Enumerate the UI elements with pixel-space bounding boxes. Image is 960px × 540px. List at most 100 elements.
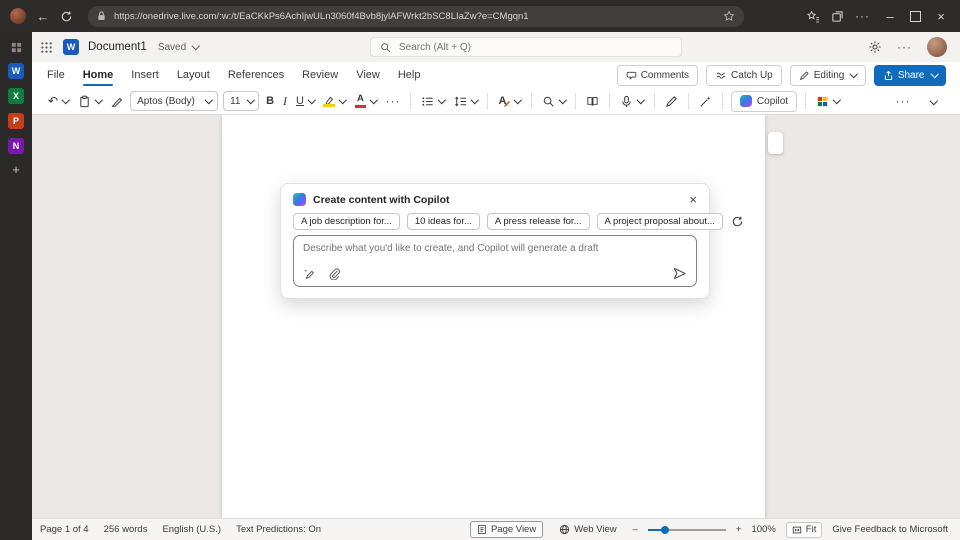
language-indicator[interactable]: English (U.S.) xyxy=(162,524,221,535)
zoom-slider[interactable] xyxy=(648,525,726,535)
divider xyxy=(654,93,655,109)
menu-view[interactable]: View xyxy=(347,62,389,88)
favorite-star-icon[interactable] xyxy=(723,10,735,22)
format-painter-button[interactable] xyxy=(108,90,125,112)
search-field[interactable] xyxy=(397,41,672,54)
menu-insert[interactable]: Insert xyxy=(122,62,168,88)
header-more-icon[interactable]: ··· xyxy=(897,41,912,53)
pen-sparkle-icon[interactable] xyxy=(303,268,315,280)
menu-home[interactable]: Home xyxy=(74,62,123,88)
send-icon[interactable] xyxy=(672,266,687,281)
rewrite-button[interactable] xyxy=(697,90,714,112)
refresh-icon[interactable] xyxy=(60,10,78,23)
feedback-link[interactable]: Give Feedback to Microsoft xyxy=(832,524,948,535)
chevron-down-icon xyxy=(308,96,316,104)
chevron-down-icon xyxy=(637,96,645,104)
slider-thumb[interactable] xyxy=(661,526,669,534)
prompt-toolbar xyxy=(303,268,340,280)
line-spacing-button[interactable] xyxy=(452,90,480,112)
bullets-button[interactable] xyxy=(419,90,447,112)
fit-button[interactable]: Fit xyxy=(786,522,823,538)
dictate-button[interactable] xyxy=(618,90,646,112)
bold-button[interactable]: B xyxy=(264,90,276,112)
rail-powerpoint-icon[interactable]: P xyxy=(8,113,24,129)
zoom-out-button[interactable]: – xyxy=(633,524,638,535)
find-button[interactable] xyxy=(540,90,568,112)
favorites-icon[interactable] xyxy=(807,10,820,23)
apps-icon[interactable] xyxy=(10,41,23,54)
url-input[interactable] xyxy=(112,10,717,23)
globe-icon xyxy=(559,524,570,535)
copilot-prompt-input[interactable] xyxy=(303,243,687,265)
address-bar[interactable] xyxy=(88,6,744,27)
ribbon-more-icon[interactable]: ··· xyxy=(896,95,911,107)
font-more-options-icon[interactable]: ··· xyxy=(383,90,402,112)
font-size-select[interactable]: 11 xyxy=(223,91,259,111)
gear-icon[interactable] xyxy=(868,40,882,54)
suggestion-chips: A job description for... 10 ideas for...… xyxy=(281,212,709,230)
waffle-icon[interactable] xyxy=(40,41,53,54)
rail-word-icon[interactable]: W xyxy=(8,63,24,79)
maximize-button[interactable] xyxy=(910,11,921,22)
chevron-down-icon xyxy=(192,42,200,50)
zoom-level[interactable]: 100% xyxy=(751,524,775,535)
text-predictions-toggle[interactable]: Text Predictions: On xyxy=(236,524,321,535)
collapsed-comment-card[interactable] xyxy=(768,132,783,154)
collections-icon[interactable] xyxy=(831,10,844,23)
chevron-down-icon xyxy=(930,70,938,78)
styles-button[interactable]: A xyxy=(496,90,522,112)
add-ins-button[interactable] xyxy=(814,90,842,112)
paperclip-icon[interactable] xyxy=(328,268,340,280)
browser-more-icon[interactable]: ··· xyxy=(855,10,870,22)
browser-profile-avatar[interactable] xyxy=(10,8,26,24)
search-input[interactable] xyxy=(370,37,682,57)
copilot-button[interactable]: Copilot xyxy=(731,91,797,112)
collapse-ribbon-icon[interactable] xyxy=(929,97,937,105)
menu-help[interactable]: Help xyxy=(389,62,430,88)
share-button[interactable]: Share xyxy=(874,65,946,86)
font-name-select[interactable]: Aptos (Body) xyxy=(130,91,218,111)
word-count[interactable]: 256 words xyxy=(104,524,148,535)
add-app-button[interactable]: + xyxy=(12,163,20,176)
page-view-button[interactable]: Page View xyxy=(470,521,543,538)
user-avatar[interactable] xyxy=(927,37,947,57)
italic-button[interactable]: I xyxy=(281,90,289,112)
highlight-color-button[interactable] xyxy=(321,90,348,112)
document-title[interactable]: Document1 xyxy=(88,41,147,53)
rail-excel-icon[interactable]: X xyxy=(8,88,24,104)
clipboard-icon xyxy=(78,95,91,108)
chip-ideas[interactable]: 10 ideas for... xyxy=(407,213,480,230)
underline-button[interactable]: U xyxy=(294,90,316,112)
word-logo-icon[interactable]: W xyxy=(63,39,79,55)
rail-onenote-icon[interactable]: N xyxy=(8,138,24,154)
document-page[interactable] xyxy=(222,115,765,518)
pencil-icon xyxy=(799,70,810,81)
chip-project-proposal[interactable]: A project proposal about... xyxy=(597,213,723,230)
close-icon[interactable]: × xyxy=(689,193,697,206)
font-color-button[interactable]: A xyxy=(353,90,379,112)
close-button[interactable]: × xyxy=(932,10,950,23)
catch-up-button[interactable]: Catch Up xyxy=(706,65,782,86)
zoom-in-button[interactable]: + xyxy=(736,524,742,535)
immersive-reader-button[interactable] xyxy=(584,90,601,112)
comments-button[interactable]: Comments xyxy=(617,65,698,86)
menu-file[interactable]: File xyxy=(38,62,74,88)
page-count[interactable]: Page 1 of 4 xyxy=(40,524,89,535)
menu-layout[interactable]: Layout xyxy=(168,62,219,88)
editor-button[interactable] xyxy=(663,90,680,112)
editing-mode-button[interactable]: Editing xyxy=(790,65,866,86)
chip-press-release[interactable]: A press release for... xyxy=(487,213,590,230)
microphone-icon xyxy=(620,95,633,108)
copilot-prompt-box[interactable] xyxy=(293,235,697,287)
minimize-button[interactable]: – xyxy=(881,10,899,23)
web-view-button[interactable]: Web View xyxy=(553,521,622,538)
undo-button[interactable]: ↶ xyxy=(46,90,71,112)
refresh-suggestions-icon[interactable] xyxy=(731,215,744,228)
menu-references[interactable]: References xyxy=(219,62,293,88)
save-status[interactable]: Saved xyxy=(158,42,199,53)
editor-pen-icon xyxy=(665,95,678,108)
chip-job-description[interactable]: A job description for... xyxy=(293,213,400,230)
menu-review[interactable]: Review xyxy=(293,62,347,88)
paste-button[interactable] xyxy=(76,90,104,112)
back-icon[interactable]: ← xyxy=(34,10,52,23)
